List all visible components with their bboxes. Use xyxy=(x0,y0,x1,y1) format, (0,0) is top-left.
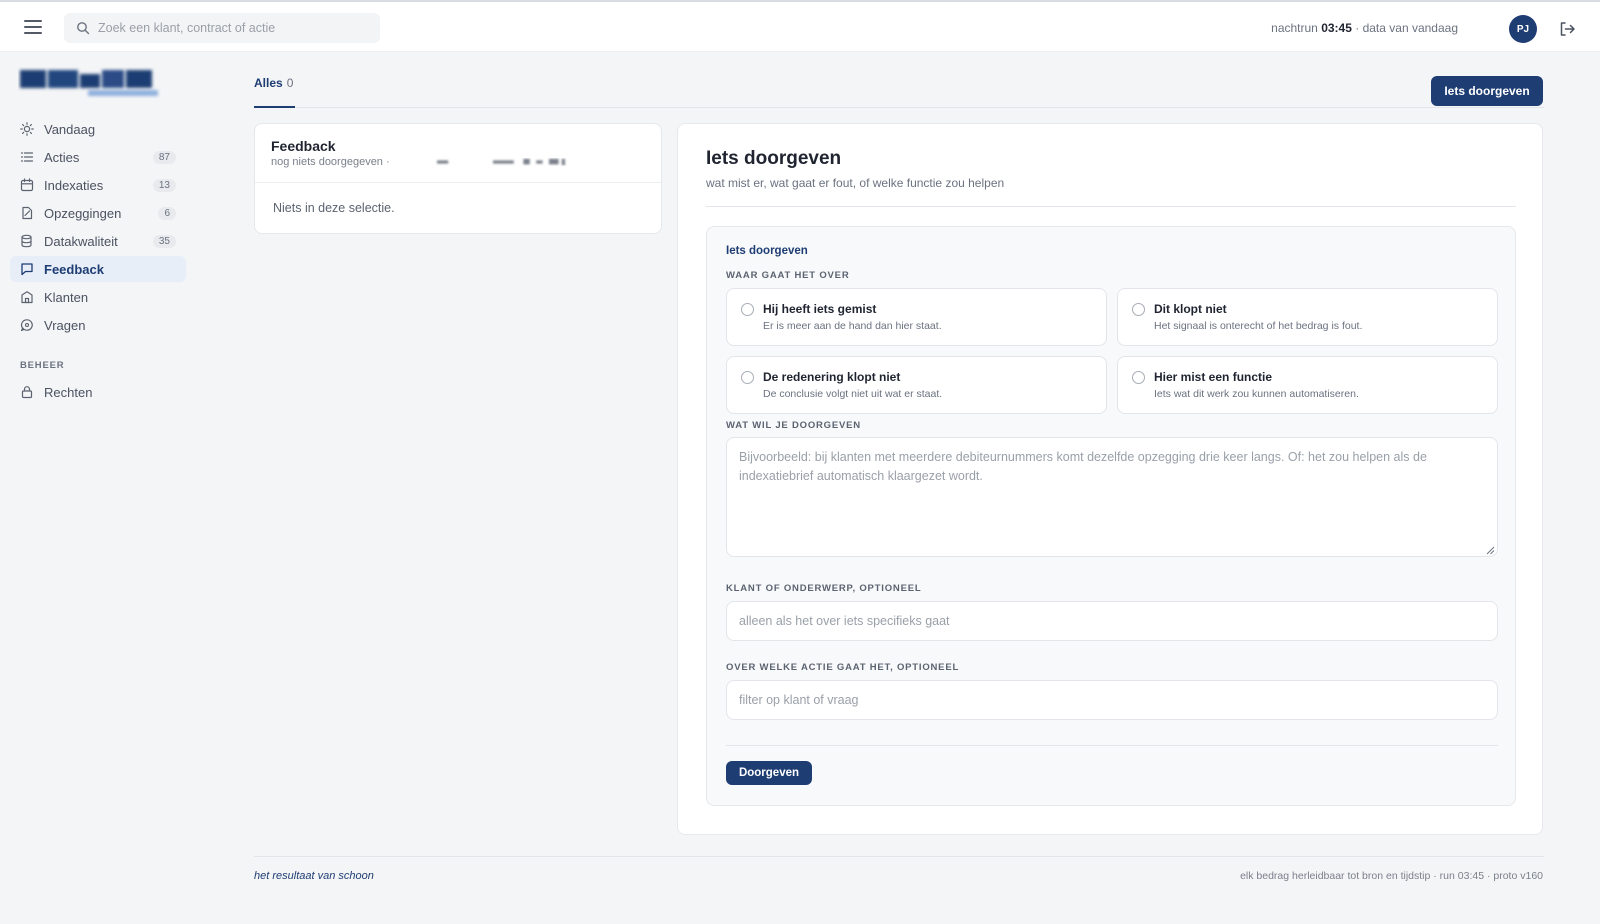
section-heading-beheer: BEHEER xyxy=(20,360,65,371)
search-input[interactable] xyxy=(98,21,368,35)
option-title: Dit klopt niet xyxy=(1154,302,1227,316)
divider xyxy=(706,206,1516,207)
option-title: Hier mist een functie xyxy=(1154,370,1273,384)
action-label: OVER WELKE ACTIE GAAT HET, OPTIONEEL xyxy=(726,662,960,673)
run-suffix: · data van vandaag xyxy=(1355,21,1458,35)
option-klopt-niet[interactable]: Dit klopt niet Het signaal is onterecht … xyxy=(1117,288,1498,346)
footer-divider xyxy=(254,856,1544,857)
sidebar-item-vragen[interactable]: Vragen xyxy=(10,312,186,338)
submit-button[interactable]: Doorgeven xyxy=(726,761,812,785)
calendar-icon xyxy=(20,178,34,192)
menu-icon[interactable] xyxy=(24,20,42,34)
radio-button[interactable] xyxy=(741,303,754,316)
company-logo xyxy=(20,70,158,96)
form-section-title: Iets doorgeven xyxy=(726,245,808,257)
sidebar-item-label: Opzeggingen xyxy=(44,205,122,221)
option-title: De redenering klopt niet xyxy=(763,370,901,384)
run-info: nachtrun 03:45 · data van vandaag xyxy=(1271,21,1458,35)
sidebar-item-opzeggingen[interactable]: Opzeggingen 6 xyxy=(10,200,186,226)
iets-doorgeven-button[interactable]: Iets doorgeven xyxy=(1431,76,1543,106)
action-filter-input[interactable] xyxy=(726,680,1498,720)
form-title: Iets doorgeven xyxy=(706,148,842,169)
tab-count: 0 xyxy=(286,76,294,90)
avatar[interactable]: PJ xyxy=(1509,15,1537,43)
feedback-list-subtitle: nog niets doorgegeven · xyxy=(271,156,645,168)
search-box[interactable] xyxy=(64,13,380,43)
logout-icon[interactable] xyxy=(1558,20,1576,38)
empty-state-text: Niets in deze selectie. xyxy=(273,201,395,215)
option-redenering[interactable]: De redenering klopt niet De conclusie vo… xyxy=(726,356,1107,414)
run-time: 03:45 xyxy=(1321,21,1352,35)
option-title: Hij heeft iets gemist xyxy=(763,302,877,316)
sidebar-nav: Vandaag Acties 87 Indexaties 13 Opzeggin… xyxy=(10,116,186,407)
resize-handle-icon[interactable] xyxy=(1486,546,1495,555)
topic-label: WAAR GAAT HET OVER xyxy=(726,270,850,281)
count-badge: 13 xyxy=(152,178,176,192)
radio-button[interactable] xyxy=(1132,303,1145,316)
building-icon xyxy=(21,291,33,304)
sidebar-item-vandaag[interactable]: Vandaag xyxy=(10,116,186,142)
sidebar-item-acties[interactable]: Acties 87 xyxy=(10,144,186,170)
feedback-list-title: Feedback xyxy=(271,138,336,154)
feedback-form-card: Iets doorgeven wat mist er, wat gaat er … xyxy=(677,123,1543,835)
sidebar-item-label: Vragen xyxy=(44,317,86,333)
tab-alles[interactable]: Alles 0 xyxy=(254,76,296,108)
sidebar-item-label: Feedback xyxy=(44,261,104,277)
question-chat-icon xyxy=(20,319,33,332)
document-icon xyxy=(22,206,33,220)
chat-icon xyxy=(21,263,33,276)
client-input[interactable] xyxy=(726,601,1498,641)
divider xyxy=(726,745,1498,746)
form-subtitle: wat mist er, wat gaat er fout, of welke … xyxy=(706,176,1005,190)
list-icon xyxy=(20,152,34,162)
radio-button[interactable] xyxy=(1132,371,1145,384)
feedback-list-subtitle-text: nog niets doorgegeven · xyxy=(271,156,390,168)
sun-icon xyxy=(20,122,34,136)
sidebar-item-indexaties[interactable]: Indexaties 13 xyxy=(10,172,186,198)
option-functie[interactable]: Hier mist een functie Iets wat dit werk … xyxy=(1117,356,1498,414)
sidebar-item-rechten[interactable]: Rechten xyxy=(10,379,186,405)
sidebar-item-label: Klanten xyxy=(44,289,89,305)
feedback-form: Iets doorgeven WAAR GAAT HET OVER Hij he… xyxy=(706,226,1516,806)
lock-icon xyxy=(21,386,33,399)
sidebar-item-label: Indexaties xyxy=(44,177,104,193)
run-prefix: nachtrun xyxy=(1271,21,1318,35)
sidebar-item-label: Vandaag xyxy=(44,121,96,137)
radio-button[interactable] xyxy=(741,371,754,384)
sidebar-item-klanten[interactable]: Klanten xyxy=(10,284,186,310)
sidebar-item-label: Rechten xyxy=(44,384,93,400)
count-badge: 35 xyxy=(152,234,176,248)
sidebar-item-feedback[interactable]: Feedback xyxy=(10,256,186,282)
sidebar-item-label: Acties xyxy=(44,149,80,165)
client-label: KLANT OF ONDERWERP, OPTIONEEL xyxy=(726,583,922,594)
tab-label: Alles xyxy=(254,76,283,90)
message-textarea[interactable] xyxy=(726,437,1498,557)
option-description: De conclusie volgt niet uit wat er staat… xyxy=(763,388,943,400)
search-icon xyxy=(77,22,90,35)
option-description: Iets wat dit werk zou kunnen automatiser… xyxy=(1154,388,1359,400)
redacted-text xyxy=(436,158,565,166)
feedback-list-header: Feedback nog niets doorgegeven · xyxy=(255,124,661,183)
tab-bar: Alles 0 xyxy=(254,70,1544,108)
option-description: Er is meer aan de hand dan hier staat. xyxy=(763,320,942,332)
message-label: WAT WIL JE DOORGEVEN xyxy=(726,420,861,431)
option-description: Het signaal is onterecht of het bedrag i… xyxy=(1154,320,1363,332)
footer-tagline: het resultaat van schoon xyxy=(254,870,374,882)
sidebar-item-label: Datakwaliteit xyxy=(44,233,118,249)
footer-meta: elk bedrag herleidbaar tot bron en tijds… xyxy=(1240,870,1543,882)
database-icon xyxy=(21,234,32,248)
option-gemist[interactable]: Hij heeft iets gemist Er is meer aan de … xyxy=(726,288,1107,346)
count-badge: 6 xyxy=(158,206,176,220)
sidebar-item-datakwaliteit[interactable]: Datakwaliteit 35 xyxy=(10,228,186,254)
count-badge: 87 xyxy=(152,150,176,164)
feedback-list-card: Feedback nog niets doorgegeven · Niets i… xyxy=(254,123,662,234)
top-bar: nachtrun 03:45 · data van vandaag PJ xyxy=(0,0,1600,52)
